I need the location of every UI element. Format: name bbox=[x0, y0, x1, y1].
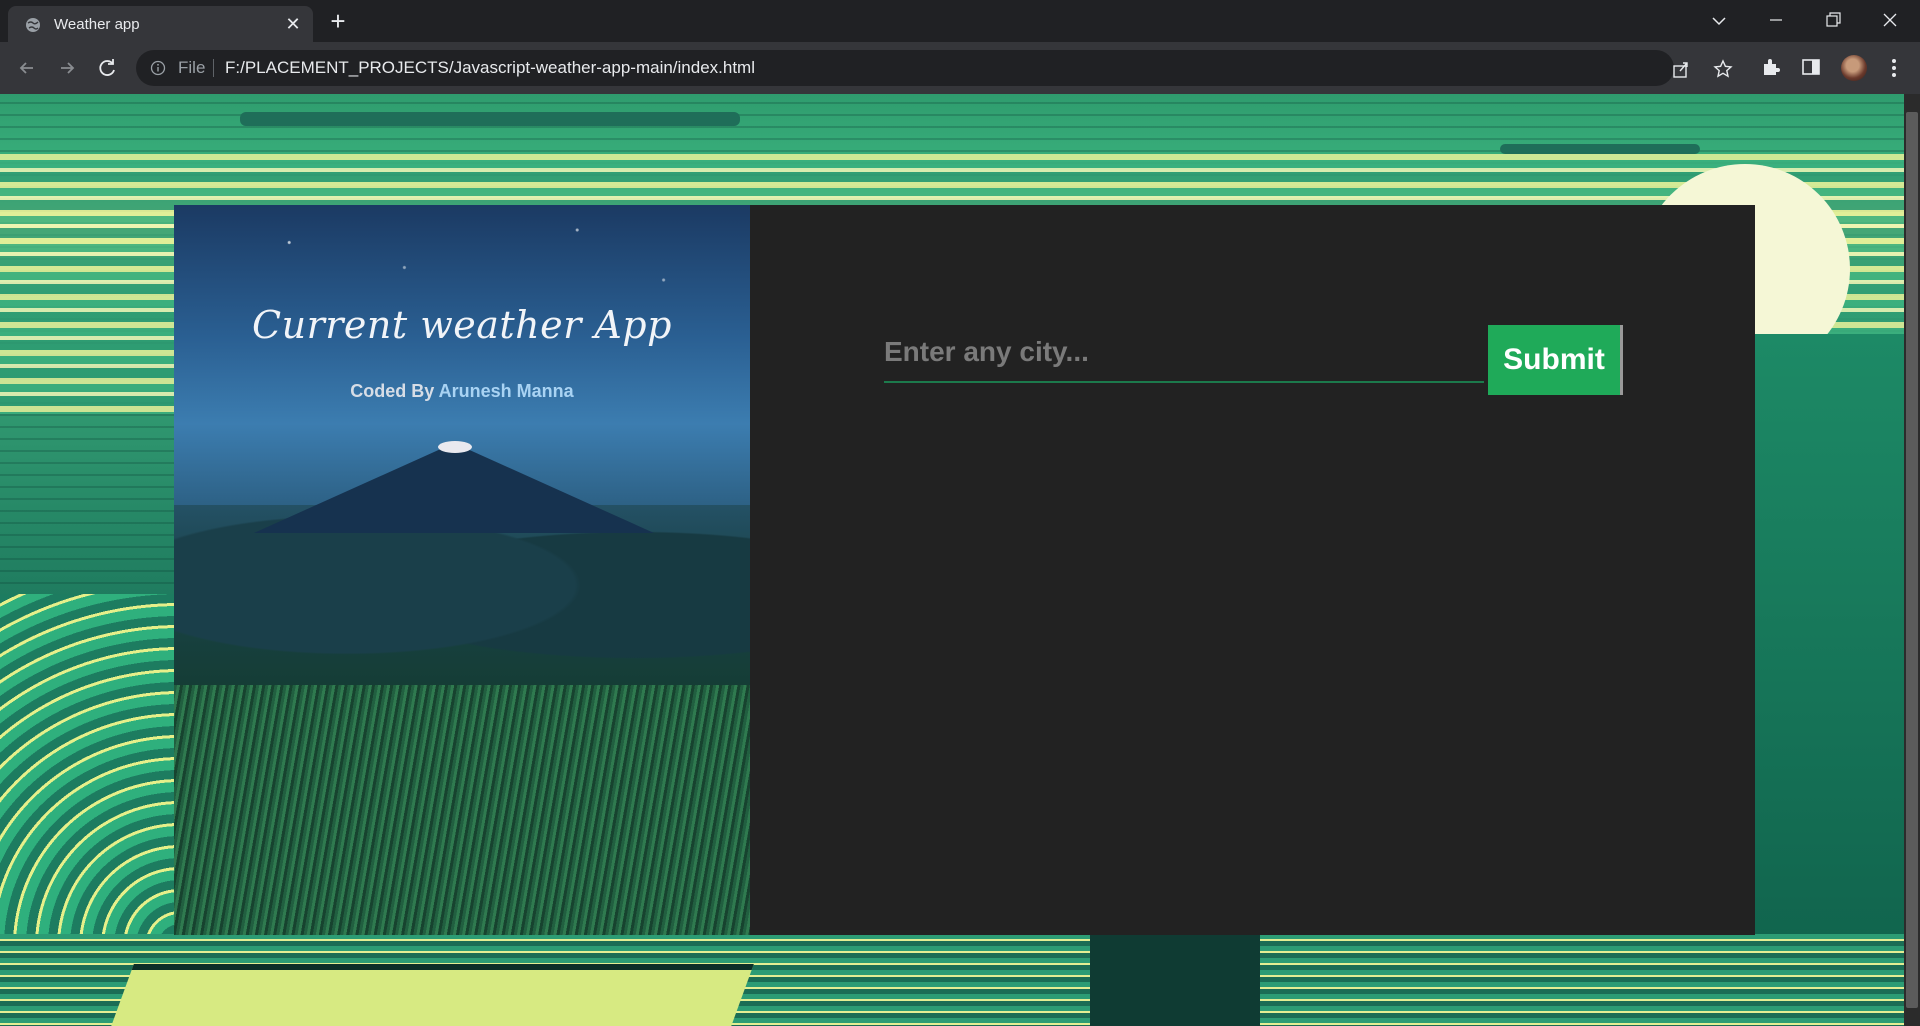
app-title: Current weather App bbox=[252, 303, 672, 347]
city-search-input[interactable] bbox=[884, 323, 1484, 383]
search-panel: Submit bbox=[750, 205, 1755, 935]
avatar[interactable] bbox=[1841, 55, 1867, 81]
close-icon[interactable]: ✕ bbox=[283, 14, 303, 34]
reload-icon[interactable] bbox=[93, 54, 121, 82]
chevron-down-icon[interactable] bbox=[1697, 6, 1741, 36]
hero-hills bbox=[174, 505, 750, 705]
hero-grass bbox=[174, 685, 750, 935]
browser-titlebar: Weather app ✕ + bbox=[0, 0, 1920, 42]
forward-icon[interactable] bbox=[53, 54, 81, 82]
background-ship bbox=[240, 112, 740, 126]
scrollbar-thumb[interactable] bbox=[1906, 112, 1918, 1008]
hero-mountain bbox=[254, 443, 654, 533]
back-icon[interactable] bbox=[13, 54, 41, 82]
info-icon[interactable] bbox=[150, 60, 166, 76]
window-close-icon[interactable] bbox=[1868, 6, 1912, 36]
tab-title: Weather app bbox=[54, 16, 140, 33]
url-text[interactable]: F:/PLACEMENT_PROJECTS/Javascript-weather… bbox=[225, 58, 755, 78]
url-separator bbox=[213, 59, 214, 77]
plus-icon[interactable]: + bbox=[324, 8, 352, 36]
side-panel-icon[interactable] bbox=[1800, 56, 1822, 78]
hero-panel: Current weather App Coded By Arunesh Man… bbox=[174, 205, 750, 935]
browser-tab[interactable]: Weather app ✕ bbox=[8, 6, 313, 42]
share-icon[interactable] bbox=[1670, 58, 1692, 80]
url-scheme: File bbox=[178, 58, 206, 77]
restore-icon[interactable] bbox=[1811, 6, 1855, 36]
extensions-icon[interactable] bbox=[1760, 56, 1782, 78]
mountain-snowcap bbox=[438, 441, 472, 453]
background-ship-small bbox=[1500, 144, 1700, 154]
browser-toolbar: File F:/PLACEMENT_PROJECTS/Javascript-we… bbox=[0, 42, 1920, 94]
address-bar[interactable]: File F:/PLACEMENT_PROJECTS/Javascript-we… bbox=[136, 50, 1733, 86]
globe-icon bbox=[26, 18, 40, 32]
background-boat bbox=[106, 964, 754, 1026]
background-figure bbox=[1090, 934, 1260, 1026]
minimize-icon[interactable] bbox=[1754, 6, 1798, 36]
weather-app-card: Current weather App Coded By Arunesh Man… bbox=[174, 205, 1755, 935]
submit-button[interactable]: Submit bbox=[1488, 325, 1623, 395]
star-icon[interactable] bbox=[1712, 58, 1734, 80]
menu-icon[interactable] bbox=[1882, 56, 1906, 80]
author-credit: Coded By Arunesh Manna bbox=[174, 381, 750, 402]
credit-prefix: Coded By bbox=[350, 381, 435, 401]
credit-author: Arunesh Manna bbox=[438, 381, 574, 401]
